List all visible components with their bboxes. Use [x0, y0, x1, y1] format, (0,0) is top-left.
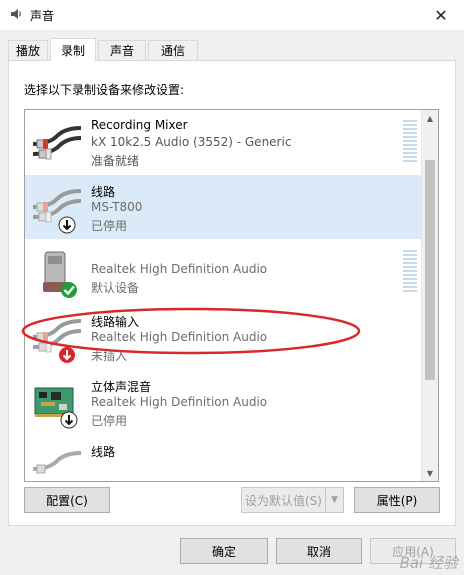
window-title: 声音 — [30, 9, 55, 23]
title-bar: 声音 ✕ — [0, 0, 464, 30]
watermark-text: Bai 经验 — [399, 554, 458, 572]
device-name: Recording Mixer — [91, 118, 188, 132]
chevron-down-icon[interactable]: ▼ — [325, 488, 343, 512]
tab-playback[interactable]: 播放 — [8, 40, 48, 60]
device-description: Realtek High Definition Audio — [91, 330, 268, 344]
microphone-icon — [43, 251, 77, 298]
level-meter — [403, 250, 417, 294]
speaker-icon — [11, 9, 21, 19]
device-description: MS-T800 — [91, 200, 143, 214]
rca-cable-icon — [32, 319, 82, 363]
tab-recording[interactable]: 录制 — [50, 38, 96, 61]
cancel-button[interactable]: 取消 — [276, 538, 362, 564]
scroll-thumb[interactable] — [425, 160, 435, 380]
recording-panel: 选择以下录制设备来修改设置: Recording Mixer kX 10k2.5… — [8, 60, 456, 526]
instruction-text: 选择以下录制设备来修改设置: — [24, 83, 185, 97]
device-status: 已停用 — [91, 414, 128, 428]
circuit-board-icon — [34, 387, 78, 429]
rca-cable-icon — [32, 126, 82, 160]
rca-cable-icon — [32, 451, 82, 474]
device-name: 立体声混音 — [91, 380, 152, 394]
device-name: 线路 — [91, 185, 116, 199]
close-button[interactable]: ✕ — [418, 0, 464, 30]
ok-button[interactable]: 确定 — [180, 538, 268, 564]
rca-cable-icon — [32, 189, 82, 234]
properties-button[interactable]: 属性(P) — [354, 487, 440, 513]
device-description: kX 10k2.5 Audio (3552) - Generic — [91, 135, 292, 149]
device-name: 线路输入 — [91, 315, 140, 329]
device-item[interactable]: 线路 MS-T800 已停用 — [25, 175, 423, 239]
device-description: Realtek High Definition Audio — [91, 395, 268, 409]
device-item[interactable]: Realtek High Definition Audio 默认设备 — [25, 240, 423, 304]
device-status: 已停用 — [91, 219, 128, 233]
device-status: 准备就绪 — [91, 154, 140, 168]
device-item[interactable]: 线路 — [25, 435, 423, 481]
device-status: 未插入 — [91, 349, 128, 363]
configure-button[interactable]: 配置(C) — [24, 487, 110, 513]
set-default-label: 设为默认值(S) — [245, 493, 322, 508]
tab-communications[interactable]: 通信 — [148, 40, 198, 60]
device-name: 线路 — [91, 445, 116, 459]
device-item[interactable]: 线路输入 Realtek High Definition Audio 未插入 — [25, 305, 423, 369]
scroll-down-arrow-icon[interactable]: ▼ — [422, 465, 438, 481]
device-list-scrollbar[interactable]: ▲ ▼ — [421, 110, 438, 481]
device-item[interactable]: Recording Mixer kX 10k2.5 Audio (3552) -… — [25, 110, 423, 174]
tab-sounds[interactable]: 声音 — [98, 40, 146, 60]
device-list[interactable]: Recording Mixer kX 10k2.5 Audio (3552) -… — [24, 109, 439, 482]
device-description: Realtek High Definition Audio — [91, 262, 268, 276]
scroll-up-arrow-icon[interactable]: ▲ — [422, 110, 438, 126]
device-status: 默认设备 — [91, 281, 140, 295]
level-meter — [403, 120, 417, 164]
device-item[interactable]: 立体声混音 Realtek High Definition Audio 已停用 — [25, 370, 423, 434]
set-default-button[interactable]: 设为默认值(S) ▼ — [241, 487, 344, 513]
